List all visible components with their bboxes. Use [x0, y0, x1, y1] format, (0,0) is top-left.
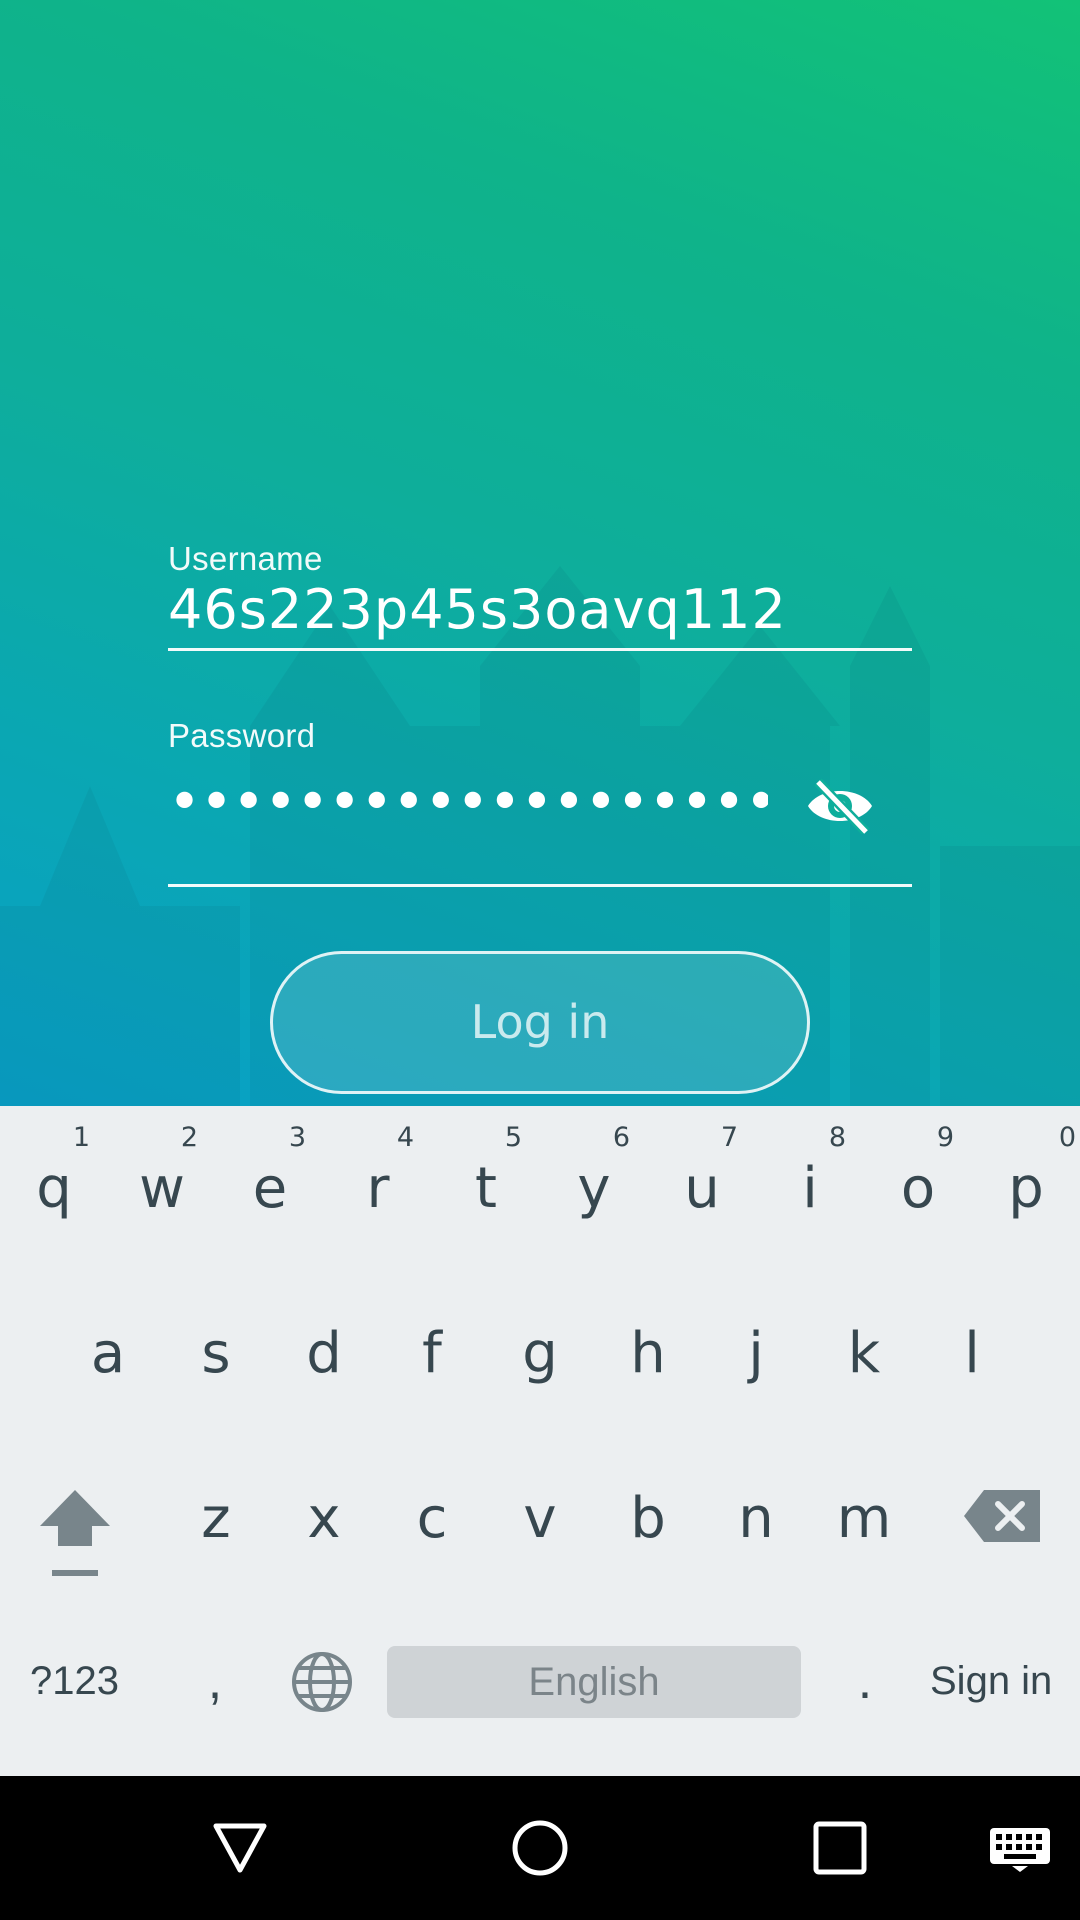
key-w[interactable]: 2 w — [108, 1106, 216, 1271]
home-icon[interactable] — [510, 1818, 570, 1878]
shift-icon[interactable] — [30, 1480, 120, 1580]
key-a[interactable]: a — [54, 1271, 162, 1436]
key-y[interactable]: 6 y — [540, 1106, 648, 1271]
key-letter: h — [630, 1321, 666, 1386]
password-underline — [168, 884, 912, 887]
key-hint: 3 — [288, 1122, 306, 1153]
key-hint: 7 — [720, 1122, 738, 1153]
key-letter: q — [36, 1156, 72, 1221]
key-letter: y — [577, 1156, 611, 1221]
key-u[interactable]: 7 u — [648, 1106, 756, 1271]
key-e[interactable]: 3 e — [216, 1106, 324, 1271]
key-hint: 6 — [612, 1122, 630, 1153]
back-icon[interactable] — [210, 1818, 270, 1878]
key-l[interactable]: l — [918, 1271, 1026, 1436]
username-label: Username — [168, 540, 323, 577]
key-letter: p — [1008, 1156, 1044, 1221]
key-hint: 4 — [396, 1122, 414, 1153]
key-p[interactable]: 0 p — [972, 1106, 1080, 1271]
key-hint: 8 — [828, 1122, 846, 1153]
key-z[interactable]: z — [162, 1436, 270, 1601]
username-field[interactable]: 46s223p45s3oavq112 — [168, 578, 787, 641]
password-masked-text: ••••••••••••••••••••••••• — [168, 770, 768, 835]
key-letter: v — [523, 1486, 557, 1551]
key-m[interactable]: m — [810, 1436, 918, 1601]
key-letter: z — [201, 1486, 231, 1551]
keyboard-switch-icon[interactable] — [988, 1826, 1052, 1872]
password-label: Password — [168, 717, 316, 754]
space-bar[interactable]: English — [387, 1646, 801, 1718]
backspace-icon[interactable] — [964, 1486, 1044, 1546]
login-screen: Username 46s223p45s3oavq112 Password •••… — [0, 0, 1080, 1106]
key-hint: 9 — [936, 1122, 954, 1153]
login-button[interactable]: Log in — [270, 951, 810, 1094]
key-t[interactable]: 5 t — [432, 1106, 540, 1271]
system-navigation-bar — [0, 1776, 1080, 1920]
sign-in-key[interactable]: Sign in — [930, 1636, 1070, 1726]
key-f[interactable]: f — [378, 1271, 486, 1436]
key-s[interactable]: s — [162, 1271, 270, 1436]
key-q[interactable]: 1 q — [0, 1106, 108, 1271]
key-letter: u — [684, 1156, 720, 1221]
key-letter: n — [738, 1486, 774, 1551]
comma-key[interactable]: , — [190, 1636, 240, 1726]
period-key[interactable]: . — [840, 1636, 890, 1726]
key-r[interactable]: 4 r — [324, 1106, 432, 1271]
key-letter: x — [307, 1486, 341, 1551]
key-letter: g — [522, 1321, 558, 1386]
key-letter: j — [748, 1321, 764, 1386]
key-i[interactable]: 8 i — [756, 1106, 864, 1271]
key-x[interactable]: x — [270, 1436, 378, 1601]
key-letter: m — [836, 1486, 892, 1551]
key-c[interactable]: c — [378, 1436, 486, 1601]
recents-icon[interactable] — [812, 1820, 868, 1876]
key-letter: o — [900, 1156, 936, 1221]
key-letter: e — [252, 1156, 288, 1221]
key-v[interactable]: v — [486, 1436, 594, 1601]
username-underline — [168, 648, 912, 651]
key-letter: w — [139, 1156, 185, 1221]
key-n[interactable]: n — [702, 1436, 810, 1601]
key-letter: c — [416, 1486, 448, 1551]
key-letter: k — [847, 1321, 881, 1386]
key-letter: d — [306, 1321, 342, 1386]
hide-password-icon[interactable] — [804, 778, 876, 834]
key-b[interactable]: b — [594, 1436, 702, 1601]
password-field[interactable]: •••••••••••••••••••••••••n — [168, 770, 768, 841]
key-letter: s — [201, 1321, 231, 1386]
key-letter: a — [90, 1321, 126, 1386]
key-d[interactable]: d — [270, 1271, 378, 1436]
key-hint: 5 — [504, 1122, 522, 1153]
key-g[interactable]: g — [486, 1271, 594, 1436]
key-hint: 0 — [1058, 1122, 1076, 1153]
key-h[interactable]: h — [594, 1271, 702, 1436]
key-letter: f — [422, 1321, 442, 1386]
symbols-key[interactable]: ?123 — [30, 1636, 160, 1726]
globe-icon[interactable] — [290, 1650, 354, 1714]
key-letter: l — [964, 1321, 980, 1386]
key-letter: i — [802, 1156, 818, 1221]
key-hint: 1 — [72, 1122, 90, 1153]
key-letter: b — [630, 1486, 666, 1551]
key-k[interactable]: k — [810, 1271, 918, 1436]
key-hint: 2 — [180, 1122, 198, 1153]
key-letter: t — [475, 1156, 497, 1221]
key-j[interactable]: j — [702, 1271, 810, 1436]
key-letter: r — [366, 1156, 390, 1221]
key-o[interactable]: 9 o — [864, 1106, 972, 1271]
